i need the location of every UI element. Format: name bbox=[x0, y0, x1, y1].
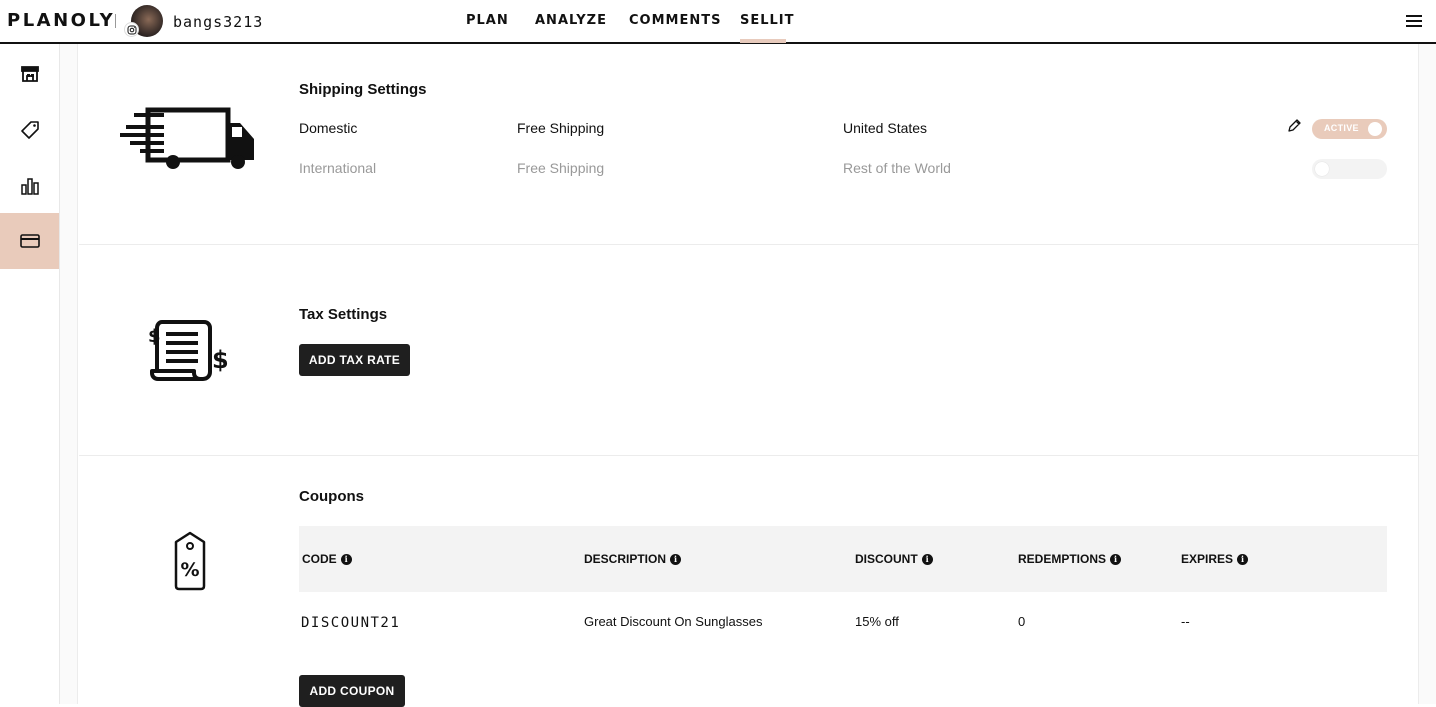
sidebar bbox=[0, 44, 60, 704]
add-tax-rate-button[interactable]: ADD TAX RATE bbox=[299, 344, 410, 376]
toggle-knob bbox=[1368, 122, 1382, 136]
svg-text:$: $ bbox=[148, 326, 161, 347]
nav-plan[interactable]: PLAN bbox=[466, 13, 509, 28]
sidebar-item-analytics[interactable] bbox=[0, 158, 59, 214]
instagram-icon bbox=[124, 22, 139, 37]
column-header-description: DESCRIPTION i bbox=[584, 552, 682, 566]
column-label: CODE bbox=[302, 552, 337, 566]
info-icon[interactable]: i bbox=[670, 553, 682, 565]
coupon-description: Great Discount On Sunglasses bbox=[584, 614, 763, 629]
tax-settings-title: Tax Settings bbox=[299, 306, 388, 323]
storefront-icon bbox=[20, 66, 39, 82]
info-icon[interactable]: i bbox=[340, 553, 352, 565]
svg-text:$: $ bbox=[212, 346, 229, 374]
right-gutter bbox=[1418, 44, 1436, 704]
planoly-logo[interactable]: PLANOLY bbox=[7, 10, 115, 31]
shipping-destination: United States bbox=[843, 120, 928, 136]
hamburger-menu-icon[interactable] bbox=[1406, 14, 1422, 28]
domestic-shipping-toggle[interactable]: ACTIVE bbox=[1312, 119, 1387, 139]
section-divider bbox=[79, 455, 1418, 456]
sidebar-item-products[interactable] bbox=[0, 102, 59, 158]
nav-sellit[interactable]: SELLIT bbox=[740, 13, 795, 28]
coupon-redemptions: 0 bbox=[1018, 614, 1026, 629]
bar-chart-icon bbox=[20, 178, 39, 195]
column-label: DESCRIPTION bbox=[584, 552, 667, 566]
svg-text:%: % bbox=[180, 559, 199, 581]
shipping-destination: Rest of the World bbox=[843, 160, 951, 176]
toggle-knob bbox=[1315, 162, 1329, 176]
sidebar-item-payments[interactable] bbox=[0, 213, 59, 269]
shipping-region: International bbox=[299, 160, 377, 176]
coupon-expires: -- bbox=[1181, 614, 1190, 629]
nav-comments[interactable]: COMMENTS bbox=[629, 13, 721, 28]
shipping-section bbox=[79, 44, 1418, 244]
discount-tag-icon: % bbox=[174, 531, 206, 591]
coupon-code[interactable]: DISCOUNT21 bbox=[301, 615, 400, 631]
credit-card-icon bbox=[19, 234, 40, 248]
add-coupon-button[interactable]: ADD COUPON bbox=[299, 675, 405, 707]
shipping-region: Domestic bbox=[299, 120, 358, 136]
column-header-discount: DISCOUNT i bbox=[855, 552, 933, 566]
top-header: PLANOLY bangs3213 PLAN ANALYZE COMMENTS … bbox=[0, 0, 1436, 44]
info-icon[interactable]: i bbox=[1110, 553, 1122, 565]
toggle-status-label: ACTIVE bbox=[1324, 123, 1359, 133]
shipping-settings-title: Shipping Settings bbox=[299, 81, 427, 98]
column-header-code: CODE i bbox=[302, 552, 352, 566]
column-header-redemptions: REDEMPTIONS i bbox=[1018, 552, 1122, 566]
nav-analyze[interactable]: ANALYZE bbox=[535, 13, 607, 28]
logo-divider bbox=[115, 14, 116, 28]
shipping-method: Free Shipping bbox=[517, 120, 605, 136]
edit-pencil-icon[interactable] bbox=[1286, 118, 1302, 134]
info-icon[interactable]: i bbox=[1237, 553, 1249, 565]
column-header-expires: EXPIRES i bbox=[1181, 552, 1249, 566]
international-shipping-toggle[interactable] bbox=[1312, 159, 1387, 179]
account-username[interactable]: bangs3213 bbox=[173, 13, 263, 31]
active-nav-indicator bbox=[740, 39, 786, 43]
sidebar-item-shop[interactable] bbox=[0, 46, 59, 102]
shipping-method: Free Shipping bbox=[517, 160, 605, 176]
info-icon[interactable]: i bbox=[921, 553, 933, 565]
coupons-title: Coupons bbox=[299, 488, 364, 505]
left-gutter bbox=[60, 44, 78, 704]
tax-receipt-icon: $ $ bbox=[148, 320, 229, 381]
section-divider bbox=[79, 244, 1418, 245]
tag-icon bbox=[20, 121, 39, 139]
column-label: DISCOUNT bbox=[855, 552, 918, 566]
delivery-truck-icon bbox=[120, 107, 254, 169]
column-label: EXPIRES bbox=[1181, 552, 1234, 566]
coupon-discount: 15% off bbox=[855, 614, 899, 629]
column-label: REDEMPTIONS bbox=[1018, 552, 1107, 566]
